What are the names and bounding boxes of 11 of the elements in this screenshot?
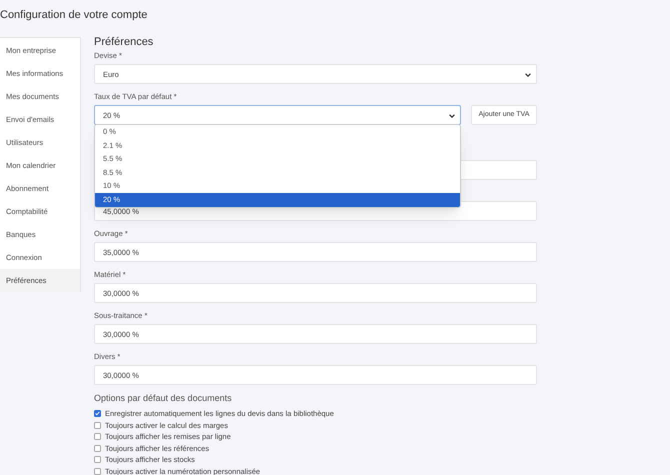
checkbox[interactable] — [94, 468, 101, 475]
checkbox[interactable] — [94, 410, 101, 418]
checkbox[interactable] — [94, 444, 101, 452]
chevron-down-icon — [525, 73, 531, 77]
section-title: Préférences — [94, 35, 154, 50]
checkbox[interactable] — [94, 433, 101, 440]
chevron-down-icon — [449, 114, 455, 118]
checkbox[interactable] — [94, 422, 101, 429]
page-title: Configuration de votre compte — [0, 8, 148, 22]
options-title: Options par défaut des documents — [94, 392, 233, 404]
checkbox[interactable] — [94, 456, 101, 464]
